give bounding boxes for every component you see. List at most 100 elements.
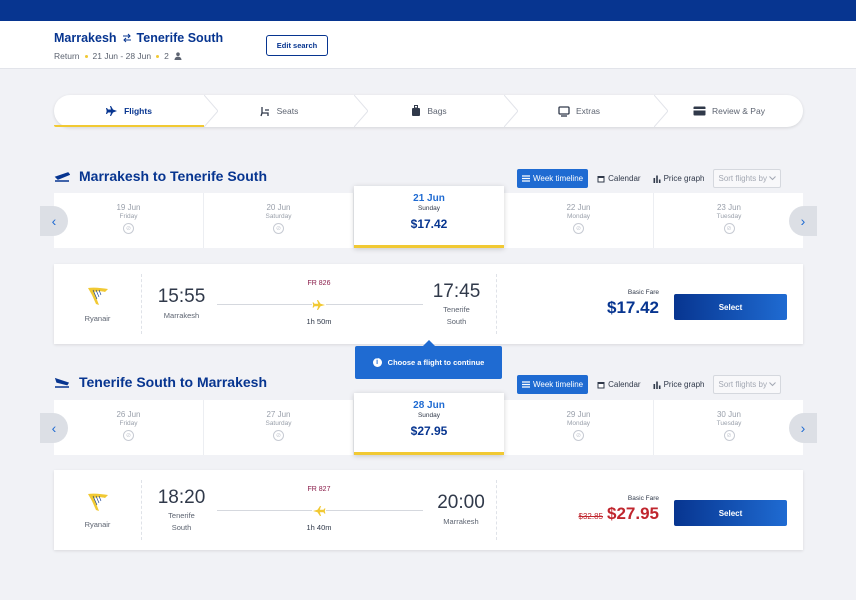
tool-label: Week timeline — [533, 174, 584, 183]
date-label: 30 Jun — [716, 410, 742, 419]
edit-search-button[interactable]: Edit search — [266, 35, 328, 56]
date-option[interactable]: 20 Jun Saturday ⊘ — [204, 193, 354, 248]
step-label: Review & Pay — [712, 106, 765, 116]
trip-type: Return — [54, 51, 80, 61]
ryanair-harp-icon — [87, 286, 109, 306]
price-value: $17.42 — [607, 298, 659, 317]
arrival-place: Tenerife South — [429, 304, 484, 328]
card-icon — [693, 106, 706, 116]
calendar-button[interactable]: Calendar — [594, 169, 643, 188]
fare-price: $32.85 $27.95 — [579, 504, 659, 524]
weekday-label: Sunday — [417, 412, 441, 419]
fare-type-label: Basic Fare — [627, 495, 659, 502]
landing-icon — [54, 376, 70, 388]
active-step-indicator — [54, 125, 204, 127]
divider — [496, 274, 497, 334]
departure-place: Marrakesh — [163, 311, 200, 320]
route-title: Marrakesh Tenerife South — [54, 31, 223, 45]
price-value: $27.95 — [607, 504, 659, 523]
weekday-label: Friday — [119, 213, 138, 220]
no-flights-icon: ⊘ — [273, 223, 284, 234]
separator-dot — [84, 54, 88, 58]
select-outbound-button[interactable]: Select — [674, 294, 787, 320]
date-option[interactable]: 27 Jun Saturday ⊘ — [204, 400, 354, 455]
next-dates-button[interactable]: › — [789, 206, 817, 236]
chevron-down-icon — [769, 176, 776, 181]
departure-place: Tenerife South — [154, 510, 209, 534]
step-review-pay[interactable]: Review & Pay — [654, 95, 804, 127]
date-option[interactable]: 23 Jun Tuesday ⊘ — [654, 193, 804, 248]
inbound-date-timeline: ‹ 26 Jun Friday ⊘ 27 Jun Saturday ⊘ 28 J… — [40, 393, 817, 455]
extras-icon — [558, 105, 570, 117]
tooltip-text: Choose a flight to continue — [387, 358, 485, 367]
arrival-place-line: Tenerife — [443, 305, 470, 314]
sort-flights-dropdown[interactable]: Sort flights by — [713, 169, 781, 188]
section-title-text: Tenerife South to Marrakesh — [79, 374, 268, 390]
departure-place-line: South — [171, 523, 192, 532]
step-bags[interactable]: Bags — [354, 95, 504, 127]
trip-dates: 21 Jun - 28 Jun — [92, 51, 152, 61]
airline-name: Ryanair — [84, 313, 111, 323]
date-option-selected[interactable]: 28 Jun Sunday $27.95 — [354, 393, 504, 455]
flight-number: FR 827 — [307, 486, 331, 493]
step-flights[interactable]: Flights — [54, 95, 204, 127]
date-label: 23 Jun — [716, 203, 742, 212]
arrival-place: Marrakesh — [443, 517, 479, 526]
chevron-left-icon: ‹ — [51, 420, 57, 436]
no-flights-icon: ⊘ — [723, 223, 735, 234]
date-option[interactable]: 26 Jun Friday ⊘ — [54, 400, 204, 455]
list-icon — [522, 175, 530, 182]
date-price: $27.95 — [410, 424, 448, 438]
date-option[interactable]: 30 Jun Tuesday ⊘ — [654, 400, 804, 455]
chevron-down-icon — [769, 382, 776, 387]
sort-label: Sort flights by — [718, 380, 767, 389]
sort-flights-dropdown[interactable]: Sort flights by — [713, 375, 781, 394]
tool-label: Calendar — [608, 174, 641, 183]
week-timeline-button[interactable]: Week timeline — [517, 169, 589, 188]
inbound-view-tools: Week timeline Calendar Price graph Sort … — [517, 375, 781, 394]
list-icon — [522, 381, 530, 388]
date-option[interactable]: 19 Jun Friday ⊘ — [54, 193, 204, 248]
origin-label: Marrakesh — [54, 31, 117, 45]
next-dates-button[interactable]: › — [789, 413, 817, 443]
outbound-section-title: Marrakesh to Tenerife South — [54, 168, 267, 184]
no-flights-icon: ⊘ — [573, 223, 584, 234]
divider — [141, 480, 142, 540]
date-price: $17.42 — [410, 217, 448, 231]
step-extras[interactable]: Extras — [504, 95, 654, 127]
no-flights-icon: ⊘ — [573, 430, 584, 441]
price-graph-button[interactable]: Price graph — [650, 375, 708, 394]
tool-label: Price graph — [663, 174, 705, 183]
airline-name: Ryanair — [84, 519, 111, 529]
departure-time: 18:20 — [157, 487, 206, 508]
search-summary-header: Marrakesh Tenerife South Return 21 Jun -… — [0, 21, 856, 69]
inbound-flight-card[interactable]: Ryanair 18:20 Tenerife South FR 827 1h 4… — [54, 470, 803, 550]
flight-duration: 1h 50m — [306, 317, 332, 326]
date-option-selected[interactable]: 21 Jun Sunday $17.42 — [354, 186, 504, 248]
week-timeline-button[interactable]: Week timeline — [517, 375, 589, 394]
price-graph-button[interactable]: Price graph — [650, 169, 708, 188]
bar-graph-icon — [653, 381, 661, 389]
select-inbound-button[interactable]: Select — [674, 500, 787, 526]
outbound-flight-card[interactable]: Ryanair 15:55 Marrakesh FR 826 1h 50m 17… — [54, 264, 803, 344]
bag-icon — [411, 105, 421, 117]
date-option[interactable]: 22 Jun Monday ⊘ — [504, 193, 654, 248]
trip-details: Return 21 Jun - 28 Jun 2 — [54, 51, 182, 61]
no-flights-icon: ⊘ — [123, 223, 134, 234]
date-label: 27 Jun — [266, 410, 291, 419]
chevron-right-icon: › — [800, 420, 806, 436]
date-label: 19 Jun — [116, 203, 141, 212]
section-title-text: Marrakesh to Tenerife South — [79, 168, 268, 184]
person-icon — [174, 52, 182, 60]
plane-icon — [106, 105, 118, 117]
tool-label: Price graph — [663, 380, 705, 389]
step-seats[interactable]: Seats — [204, 95, 354, 127]
tool-label: Calendar — [608, 380, 641, 389]
date-option[interactable]: 29 Jun Monday ⊘ — [504, 400, 654, 455]
return-arrows-icon — [122, 33, 132, 43]
sort-label: Sort flights by — [718, 174, 767, 183]
calendar-button[interactable]: Calendar — [594, 375, 643, 394]
airline-info: Ryanair — [54, 264, 141, 344]
date-label: 21 Jun — [413, 193, 445, 204]
plane-icon — [312, 504, 326, 522]
